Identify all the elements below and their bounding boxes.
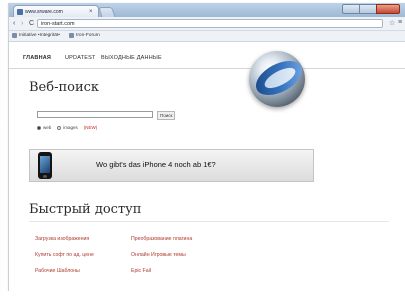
new-badge: (NEW): [83, 125, 98, 130]
site-nav: ГЛАВНАЯ UPDATEST ВЫХОДНЫЕ ДАННЫЕ: [9, 50, 405, 69]
bookmark-icon: [69, 33, 74, 38]
radio-label: images: [63, 125, 78, 130]
iphone-image: [38, 152, 52, 179]
search-type-options: web images (NEW): [37, 125, 97, 130]
nav-item-updates[interactable]: UPDATEST: [65, 55, 96, 61]
bookmark-label: Initiative •Integrität•: [19, 33, 60, 38]
divider: [29, 221, 389, 222]
radio-dot: [57, 125, 62, 130]
iphone-home-button: [43, 175, 47, 178]
bookmark-item[interactable]: Iron-Forum: [69, 33, 100, 38]
promo-text: Wo gibt's das iPhone 4 noch ab 1€?: [96, 160, 216, 169]
minimize-button[interactable]: [342, 4, 360, 14]
title-bar: www.srware.com ×: [9, 3, 405, 18]
address-bar[interactable]: iron-start.com: [37, 19, 383, 28]
browser-window: www.srware.com × ‹ › C iron-start.com ☆ …: [8, 3, 405, 291]
radio-images[interactable]: images: [57, 125, 78, 130]
web-search-title: Веб-поиск: [29, 80, 100, 95]
quick-link[interactable]: Epic Fail: [131, 268, 151, 274]
bookmark-icon: [12, 33, 17, 38]
logo-sphere-icon: [249, 51, 305, 107]
nav-item-home[interactable]: ГЛАВНАЯ: [23, 55, 51, 61]
reload-icon[interactable]: C: [29, 20, 34, 27]
back-icon[interactable]: ‹: [13, 20, 15, 27]
bookmarks-bar: Initiative •Integrität• Iron-Forum: [9, 31, 405, 42]
quick-link[interactable]: Преобразование плагина: [131, 236, 192, 242]
promo-banner[interactable]: Wo gibt's das iPhone 4 noch ab 1€?: [29, 149, 314, 182]
nav-item-imprint[interactable]: ВЫХОДНЫЕ ДАННЫЕ: [101, 55, 162, 61]
search-input[interactable]: [37, 111, 153, 118]
web-page: ГЛАВНАЯ UPDATEST ВЫХОДНЫЕ ДАННЫЕ Веб-пои…: [9, 42, 405, 291]
radio-web[interactable]: web: [37, 125, 51, 130]
search-button[interactable]: Поиск: [157, 111, 176, 120]
quick-link[interactable]: Онлайн Игровые темы: [131, 252, 186, 258]
quick-link[interactable]: Купить софт по ад. цене: [35, 252, 94, 258]
photo-edge: [0, 0, 8, 296]
close-window-button[interactable]: [376, 4, 400, 14]
browser-toolbar: ‹ › C iron-start.com ☆ ≡: [9, 17, 405, 31]
forward-icon[interactable]: ›: [21, 20, 23, 27]
bookmark-item[interactable]: Initiative •Integrität•: [12, 33, 60, 38]
star-icon[interactable]: ☆: [389, 19, 395, 27]
iphone-screen: [40, 156, 50, 173]
radio-label: web: [43, 125, 52, 130]
tab-close-icon[interactable]: ×: [89, 9, 93, 15]
wrench-icon[interactable]: ≡: [398, 19, 402, 26]
favicon-icon: [17, 8, 23, 15]
quick-access-title: Быстрый доступ: [29, 202, 142, 217]
quick-link[interactable]: Рабочие Шаблоны: [35, 268, 80, 274]
photo-edge-bottom: [8, 291, 405, 296]
bookmark-label: Iron-Forum: [76, 33, 100, 38]
quick-link[interactable]: Загрузка изображения: [35, 236, 89, 242]
maximize-button[interactable]: [359, 4, 377, 14]
tab-title: www.srware.com: [25, 8, 63, 15]
radio-dot: [37, 125, 41, 130]
browser-tab[interactable]: www.srware.com ×: [13, 5, 99, 17]
